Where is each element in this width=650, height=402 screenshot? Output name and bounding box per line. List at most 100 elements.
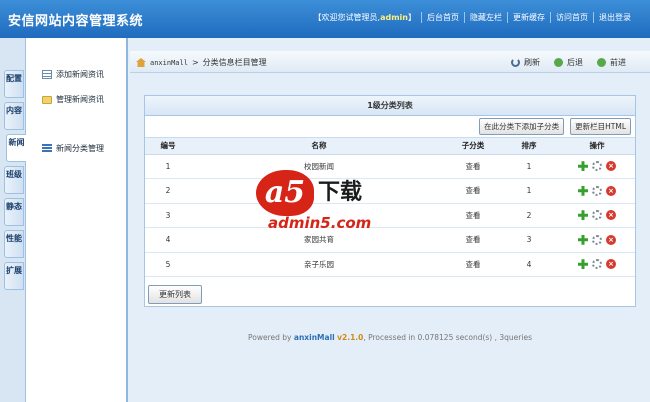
cell-order: 1 bbox=[499, 154, 559, 179]
link-logout[interactable]: 退出登录 bbox=[593, 12, 636, 23]
cell-order: 3 bbox=[499, 227, 559, 253]
sidebar-item-add-news[interactable]: 添加新闻资讯 bbox=[42, 69, 104, 80]
refresh-icon bbox=[511, 58, 520, 67]
col-actions: 操作 bbox=[559, 138, 635, 155]
settings-icon[interactable] bbox=[592, 185, 602, 196]
breadcrumb-separator: > bbox=[191, 58, 199, 67]
table-row: 5 亲子乐园 查看 4 × bbox=[145, 252, 635, 277]
view-subcategory-link[interactable]: 查看 bbox=[447, 203, 499, 228]
sidebar-item-label: 管理新闻资讯 bbox=[56, 95, 104, 104]
welcome-prefix: 【欢迎您试管理员, bbox=[313, 13, 381, 22]
tab-performance[interactable]: 性能 bbox=[4, 230, 24, 258]
update-column-html-button[interactable]: 更新栏目HTML bbox=[570, 118, 631, 135]
top-links: 【欢迎您试管理员,admin】 后台首页 隐藏左栏 更新缓存 访问首页 退出登录 bbox=[309, 12, 636, 23]
home-icon bbox=[136, 58, 146, 67]
sidebar-item-label: 新闻分类管理 bbox=[56, 144, 104, 153]
settings-icon[interactable] bbox=[592, 210, 602, 221]
watermark-text: 下载 bbox=[318, 180, 363, 205]
sidebar-item-manage-news[interactable]: 管理新闻资讯 bbox=[42, 94, 104, 105]
back-icon bbox=[554, 58, 563, 67]
cell-id: 1 bbox=[145, 154, 191, 179]
cell-actions: × bbox=[559, 252, 635, 277]
category-icon bbox=[42, 144, 52, 153]
footer: Powered by anxinMall v2.1.0, Processed i… bbox=[130, 333, 650, 342]
breadcrumb-site[interactable]: anxinMall bbox=[150, 59, 188, 67]
watermark-a5: a5 bbox=[256, 170, 314, 216]
add-icon[interactable] bbox=[578, 185, 588, 196]
cell-actions: × bbox=[559, 178, 635, 204]
watermark-logo: a5 下载 admin5.com bbox=[248, 168, 420, 240]
cell-actions: × bbox=[559, 154, 635, 179]
cell-actions: × bbox=[559, 227, 635, 253]
forward-icon bbox=[597, 58, 606, 67]
view-subcategory-link[interactable]: 查看 bbox=[447, 227, 499, 253]
settings-icon[interactable] bbox=[592, 234, 602, 245]
nav-buttons: 刷新 后退 前进 bbox=[511, 57, 626, 68]
vertical-tabs: 配置 内容 新闻 班级 静态 性能 扩展 bbox=[0, 38, 26, 402]
tab-class[interactable]: 班级 bbox=[4, 166, 24, 194]
tab-extension[interactable]: 扩展 bbox=[4, 262, 24, 290]
cell-order: 4 bbox=[499, 252, 559, 277]
delete-icon[interactable]: × bbox=[606, 259, 616, 270]
link-visit-home[interactable]: 访问首页 bbox=[550, 12, 593, 23]
sidebar: 添加新闻资讯 管理新闻资讯 新闻分类管理 bbox=[26, 38, 128, 402]
col-name: 名称 bbox=[191, 138, 447, 155]
footer-version: v2.1.0 bbox=[337, 333, 364, 342]
col-order: 排序 bbox=[499, 138, 559, 155]
forward-label: 前进 bbox=[610, 58, 626, 67]
footer-stats: , Processed in 0.078125 second(s) , 3que… bbox=[363, 333, 532, 342]
cell-order: 2 bbox=[499, 203, 559, 228]
breadcrumb-current: 分类信息栏目管理 bbox=[202, 58, 267, 67]
view-subcategory-link[interactable]: 查看 bbox=[447, 252, 499, 277]
add-icon[interactable] bbox=[578, 234, 588, 245]
tab-news[interactable]: 新闻 bbox=[6, 134, 26, 162]
col-subcategory: 子分类 bbox=[447, 138, 499, 155]
tab-content[interactable]: 内容 bbox=[4, 102, 24, 130]
add-icon[interactable] bbox=[578, 259, 588, 270]
delete-icon[interactable]: × bbox=[606, 161, 616, 172]
back-button[interactable]: 后退 bbox=[554, 57, 583, 68]
refresh-button[interactable]: 刷新 bbox=[511, 57, 540, 68]
cell-order: 1 bbox=[499, 178, 559, 204]
list-icon bbox=[42, 70, 52, 79]
cell-id: 5 bbox=[145, 252, 191, 277]
folder-icon bbox=[42, 95, 52, 104]
cell-id: 4 bbox=[145, 227, 191, 253]
cell-id: 3 bbox=[145, 203, 191, 228]
top-bar: 安信网站内容管理系统 【欢迎您试管理员,admin】 后台首页 隐藏左栏 更新缓… bbox=[0, 0, 650, 38]
delete-icon[interactable]: × bbox=[606, 234, 616, 245]
tab-static[interactable]: 静态 bbox=[4, 198, 24, 226]
cell-id: 2 bbox=[145, 178, 191, 204]
refresh-label: 刷新 bbox=[524, 58, 540, 67]
footer-brand: anxinMall bbox=[293, 333, 335, 342]
add-icon[interactable] bbox=[578, 161, 588, 172]
view-subcategory-link[interactable]: 查看 bbox=[447, 154, 499, 179]
settings-icon[interactable] bbox=[592, 259, 602, 270]
link-hide-sidebar[interactable]: 隐藏左栏 bbox=[464, 12, 507, 23]
settings-icon[interactable] bbox=[592, 161, 602, 172]
main-toolbar: anxinMall > 分类信息栏目管理 刷新 后退 前进 bbox=[130, 51, 650, 73]
panel-actions: 在此分类下添加子分类 更新栏目HTML bbox=[145, 116, 635, 138]
link-update-cache[interactable]: 更新缓存 bbox=[507, 12, 550, 23]
add-icon[interactable] bbox=[578, 210, 588, 221]
app-title: 安信网站内容管理系统 bbox=[8, 14, 144, 29]
breadcrumb: anxinMall > 分类信息栏目管理 bbox=[136, 57, 267, 68]
forward-button[interactable]: 前进 bbox=[597, 57, 626, 68]
link-admin-home[interactable]: 后台首页 bbox=[421, 12, 464, 23]
welcome-suffix: 】 bbox=[408, 13, 416, 22]
delete-icon[interactable]: × bbox=[606, 185, 616, 196]
cell-name: 亲子乐园 bbox=[191, 252, 447, 277]
add-child-category-button[interactable]: 在此分类下添加子分类 bbox=[479, 118, 565, 135]
update-list-button[interactable]: 更新列表 bbox=[148, 285, 202, 304]
panel-title: 1级分类列表 bbox=[145, 96, 635, 116]
col-id: 编号 bbox=[145, 138, 191, 155]
delete-icon[interactable]: × bbox=[606, 210, 616, 221]
back-label: 后退 bbox=[567, 58, 583, 67]
sidebar-item-news-categories[interactable]: 新闻分类管理 bbox=[42, 143, 104, 154]
cell-actions: × bbox=[559, 203, 635, 228]
welcome-text: 【欢迎您试管理员,admin】 bbox=[309, 12, 421, 23]
tab-config[interactable]: 配置 bbox=[4, 70, 24, 98]
sidebar-item-label: 添加新闻资讯 bbox=[56, 70, 104, 79]
welcome-user: admin bbox=[380, 13, 408, 22]
view-subcategory-link[interactable]: 查看 bbox=[447, 178, 499, 204]
